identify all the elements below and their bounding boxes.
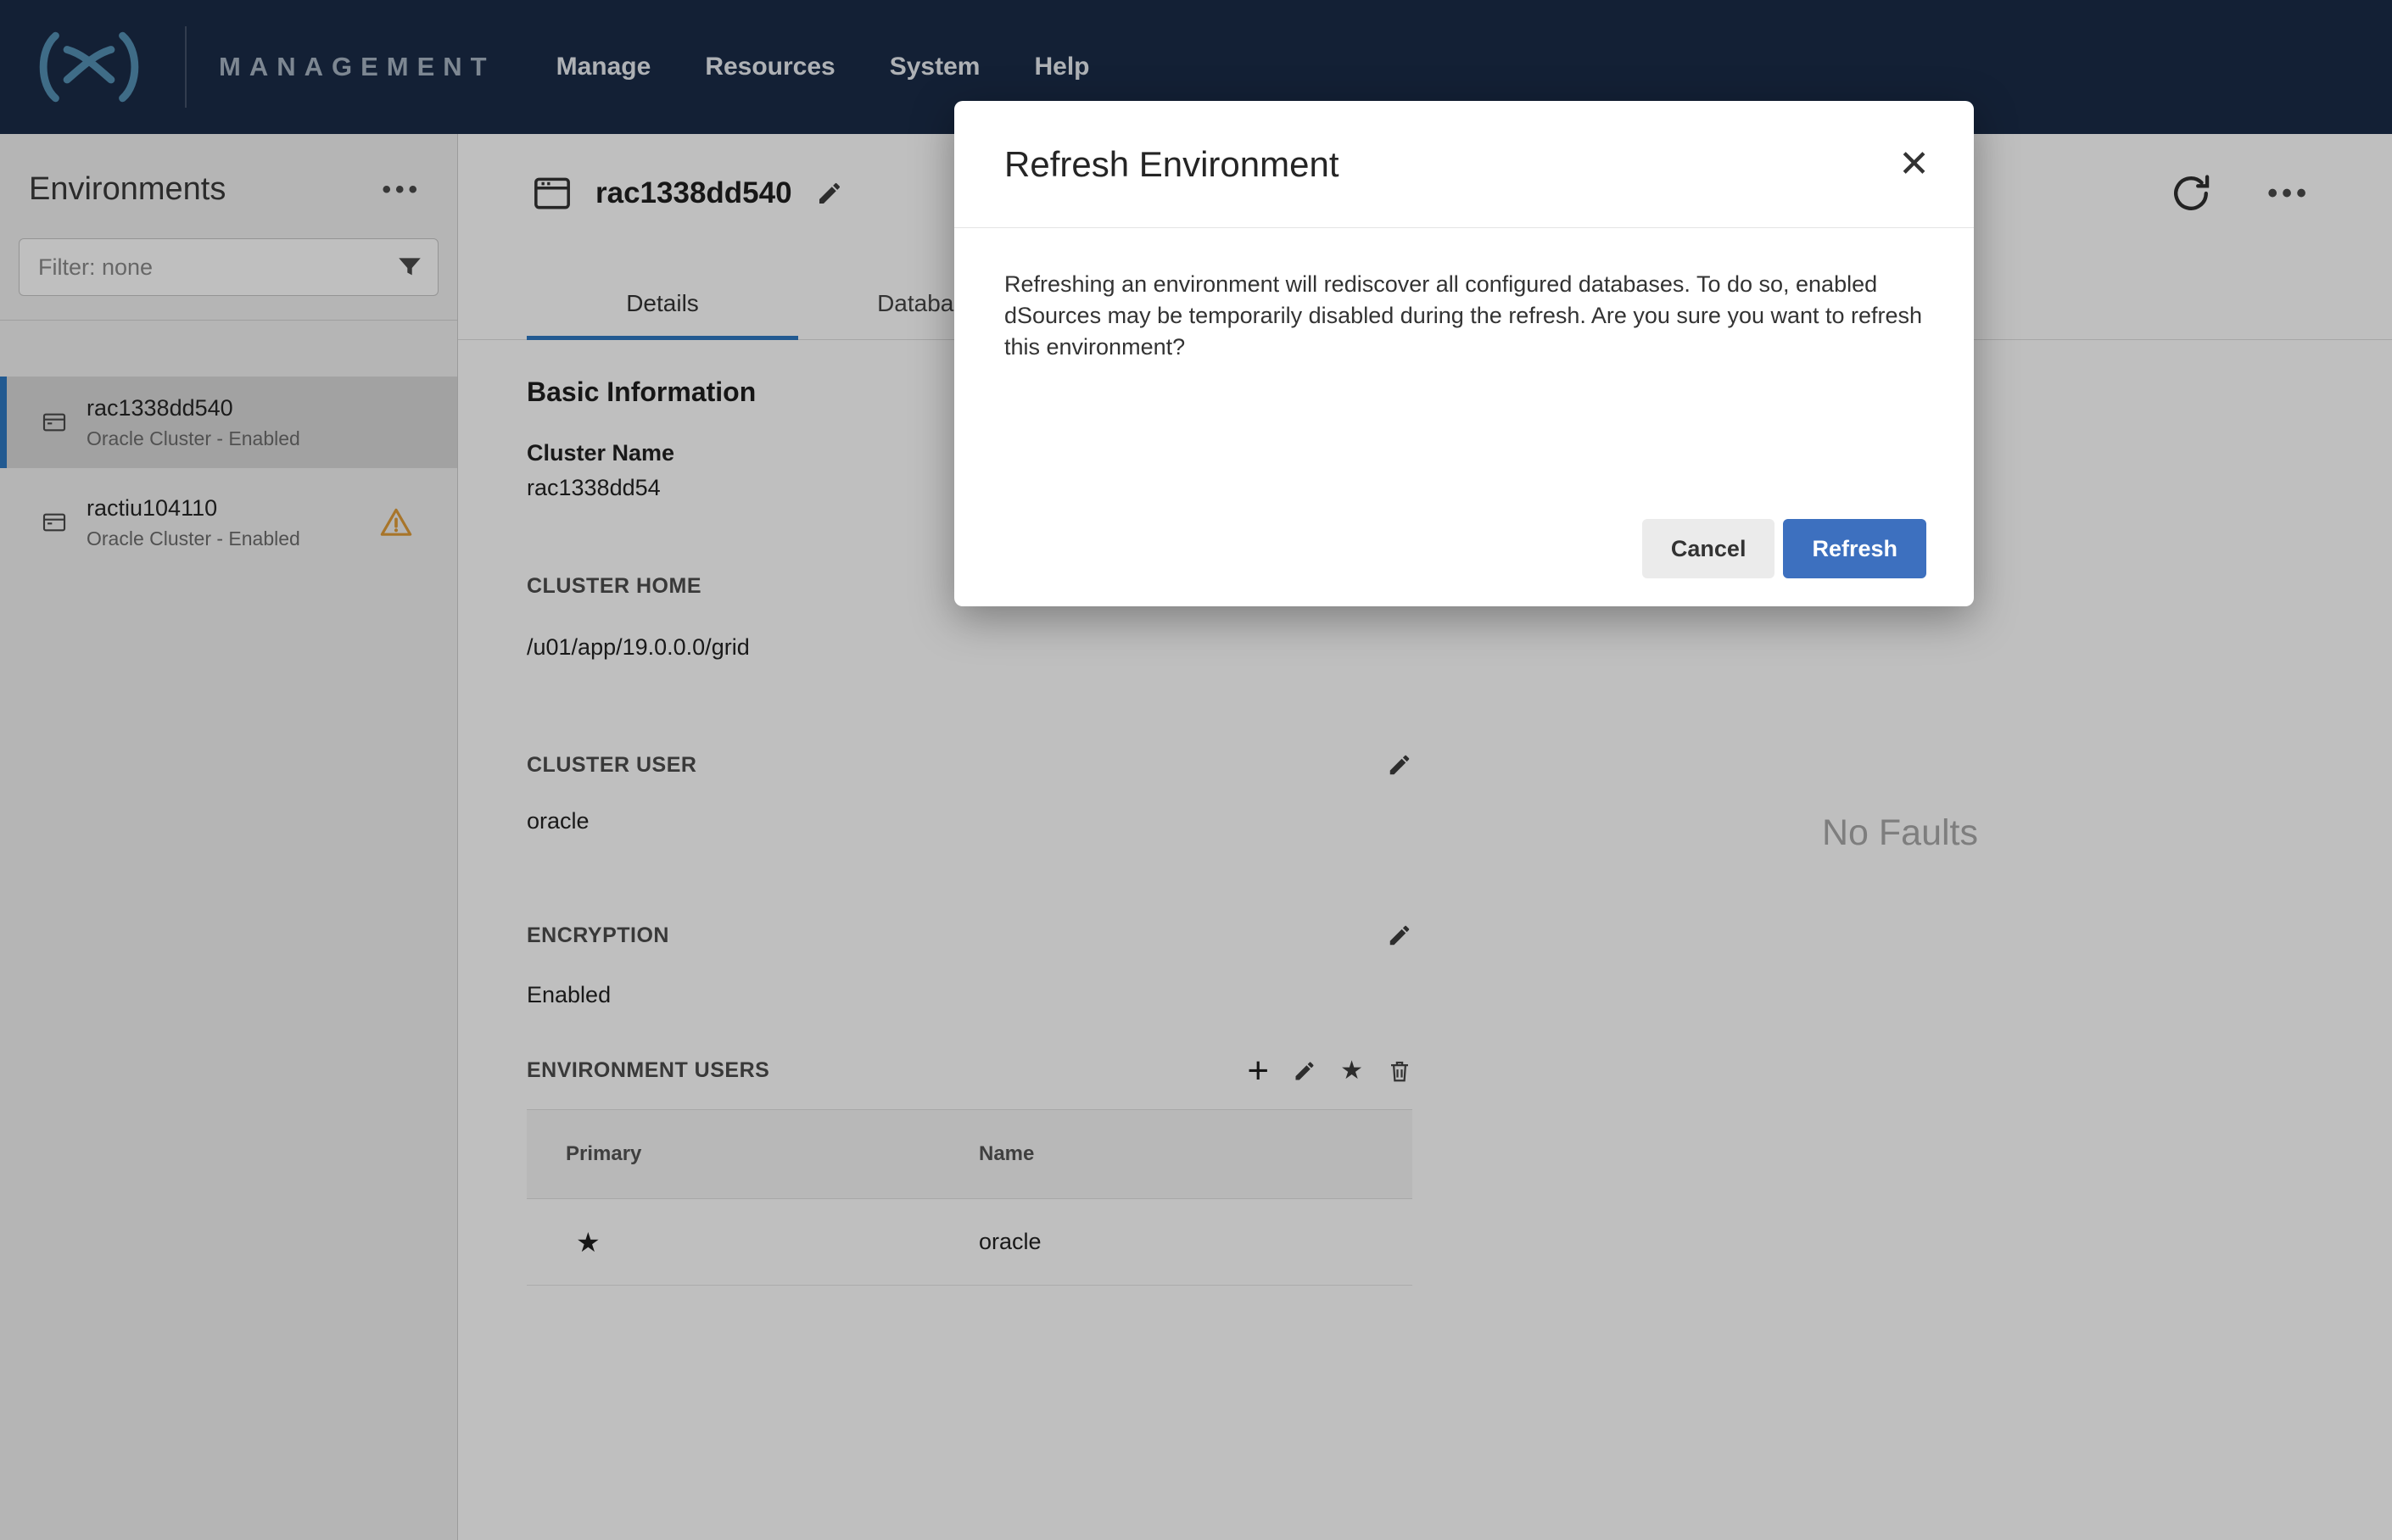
dialog-footer: Cancel Refresh [1641,519,1926,578]
cancel-button[interactable]: Cancel [1641,519,1775,578]
refresh-environment-dialog: Refresh Environment ✕ Refreshing an envi… [954,101,1974,606]
dialog-header: Refresh Environment ✕ [954,101,1974,228]
app-root: MANAGEMENT Manage Resources System Help … [0,0,2392,1540]
modal-overlay: Refresh Environment ✕ Refreshing an envi… [0,0,2392,1540]
dialog-message: Refreshing an environment will rediscove… [1004,271,1923,360]
close-icon[interactable]: ✕ [1898,145,1930,183]
refresh-button[interactable]: Refresh [1783,519,1926,578]
dialog-title: Refresh Environment [1004,143,1339,184]
